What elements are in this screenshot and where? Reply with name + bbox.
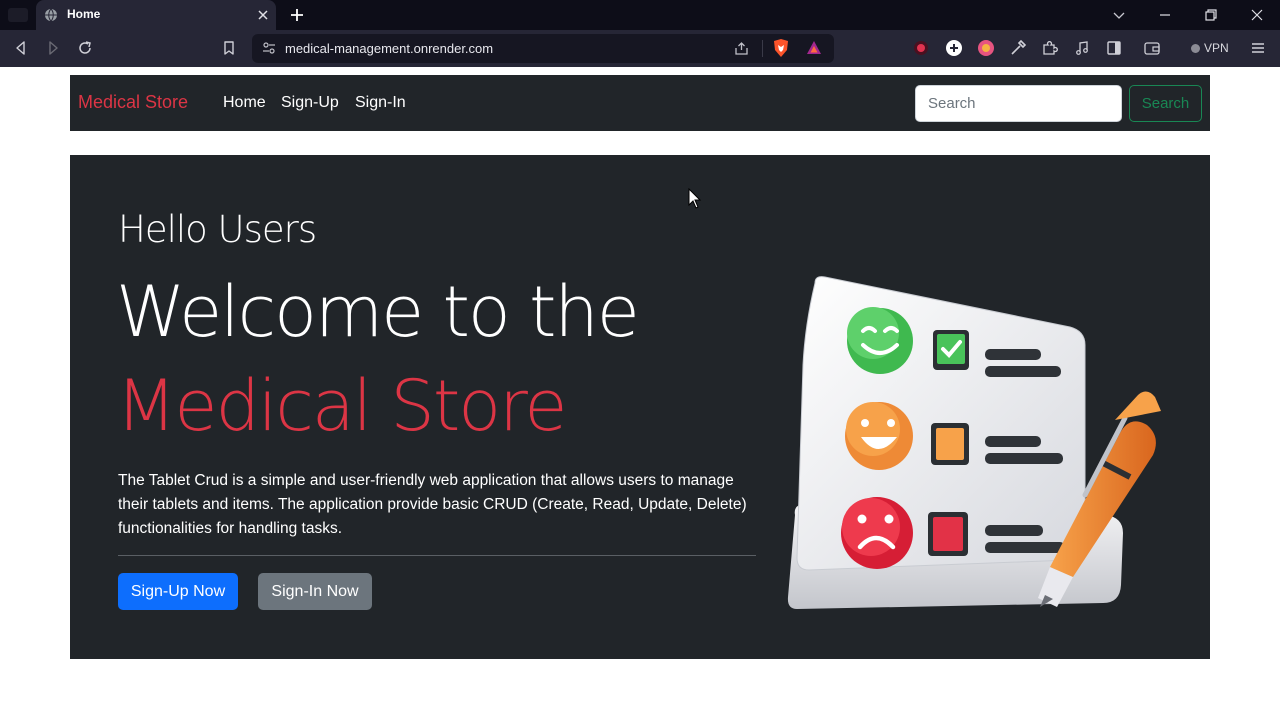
unchecked-red-box-icon [928,512,968,556]
forward-icon[interactable] [44,39,62,57]
vpn-status-icon [1191,44,1200,53]
sad-face-icon [841,497,913,569]
close-window-icon[interactable] [1248,6,1266,24]
text-line [985,349,1041,360]
sidebar-icon[interactable] [1105,39,1123,57]
address-bar[interactable]: medical-management.onrender.com [252,34,834,63]
tab-title: Home [67,7,101,21]
bookmark-icon[interactable] [220,39,238,57]
search-button[interactable]: Search [1129,85,1202,122]
address-divider [762,40,763,57]
sign-up-now-button[interactable]: Sign-Up Now [118,573,238,610]
wallet-icon[interactable] [1143,39,1161,57]
eyedropper-icon[interactable] [1009,39,1027,57]
hero-greeting: Hello Users [118,208,317,251]
reload-icon[interactable] [76,39,94,57]
text-line [985,525,1043,536]
tab-search-icon[interactable] [1110,6,1128,24]
nav-link-home[interactable]: Home [223,94,266,112]
brand-link[interactable]: Medical Store [78,92,188,113]
add-extension-icon[interactable] [945,39,963,57]
browser-tab-home[interactable]: Home [36,0,276,30]
nav-link-sign-in[interactable]: Sign-In [355,94,406,112]
url-text: medical-management.onrender.com [285,41,494,56]
brave-rewards-icon[interactable] [805,39,823,57]
menu-icon[interactable] [1249,39,1267,57]
share-icon[interactable] [733,40,750,57]
nav-link-sign-up[interactable]: Sign-Up [281,94,339,112]
site-navbar: Medical Store Home Sign-Up Sign-In Searc… [70,75,1210,131]
feedback-checklist-illustration [787,276,1161,609]
sign-in-now-button[interactable]: Sign-In Now [258,573,372,610]
hero-headline: Welcome to the [116,271,640,353]
text-line [985,453,1063,464]
search-input[interactable] [915,85,1122,122]
hero-section: Hello Users Welcome to the Medical Store… [70,155,1210,659]
site-info-icon[interactable] [261,40,277,56]
restore-icon[interactable] [1202,6,1220,24]
neutral-face-icon [845,402,913,470]
hero-headline-accent: Medical Store [116,365,567,447]
text-line [985,436,1041,447]
new-tab-icon[interactable] [288,6,306,24]
vpn-button[interactable]: VPN [1186,38,1236,58]
globe-icon [45,8,57,22]
unchecked-orange-box-icon [931,423,969,465]
hero-description: The Tablet Crud is a simple and user-fri… [118,472,747,537]
back-icon[interactable] [12,39,30,57]
mouse-cursor-icon [688,188,702,209]
brave-shield-icon[interactable] [772,38,790,58]
recording-extension-icon[interactable] [912,39,930,57]
color-extension-icon[interactable] [977,39,995,57]
tab-overflow-indicator [8,8,28,22]
extensions-icon[interactable] [1041,39,1059,57]
music-icon[interactable] [1073,39,1091,57]
checked-box-icon [933,330,969,370]
minimize-icon[interactable] [1156,6,1174,24]
browser-toolbar: medical-management.onrender.com VPN [0,30,1280,67]
text-line [985,366,1061,377]
vpn-label: VPN [1204,41,1229,55]
browser-tab-strip: Home [0,0,1280,30]
hero-divider [118,555,756,556]
close-tab-icon[interactable] [255,7,271,23]
text-line [985,542,1065,553]
